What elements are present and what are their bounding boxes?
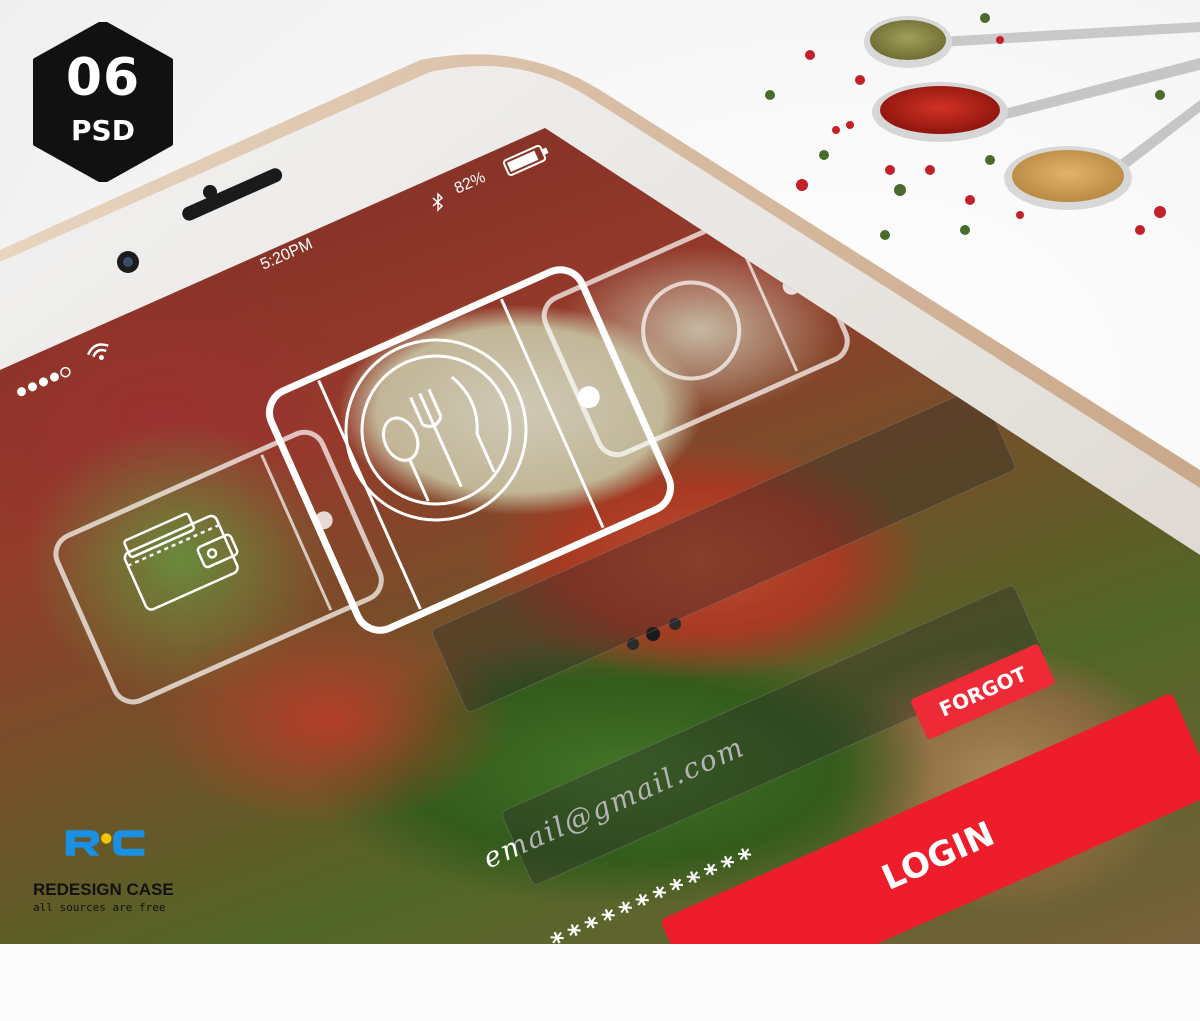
- onboarding-slide-right: [541, 199, 850, 458]
- battery-icon: [502, 144, 549, 176]
- brand-tagline: all sources are free: [33, 901, 166, 914]
- redesign-case-logo: [65, 830, 145, 856]
- wallet-icon: [123, 512, 239, 611]
- phone-screen: 5:20PM 82% email@gmail.com ************ …: [0, 0, 1200, 944]
- brand-name: REDESIGN CASE: [33, 880, 174, 899]
- bluetooth-icon: [432, 192, 444, 212]
